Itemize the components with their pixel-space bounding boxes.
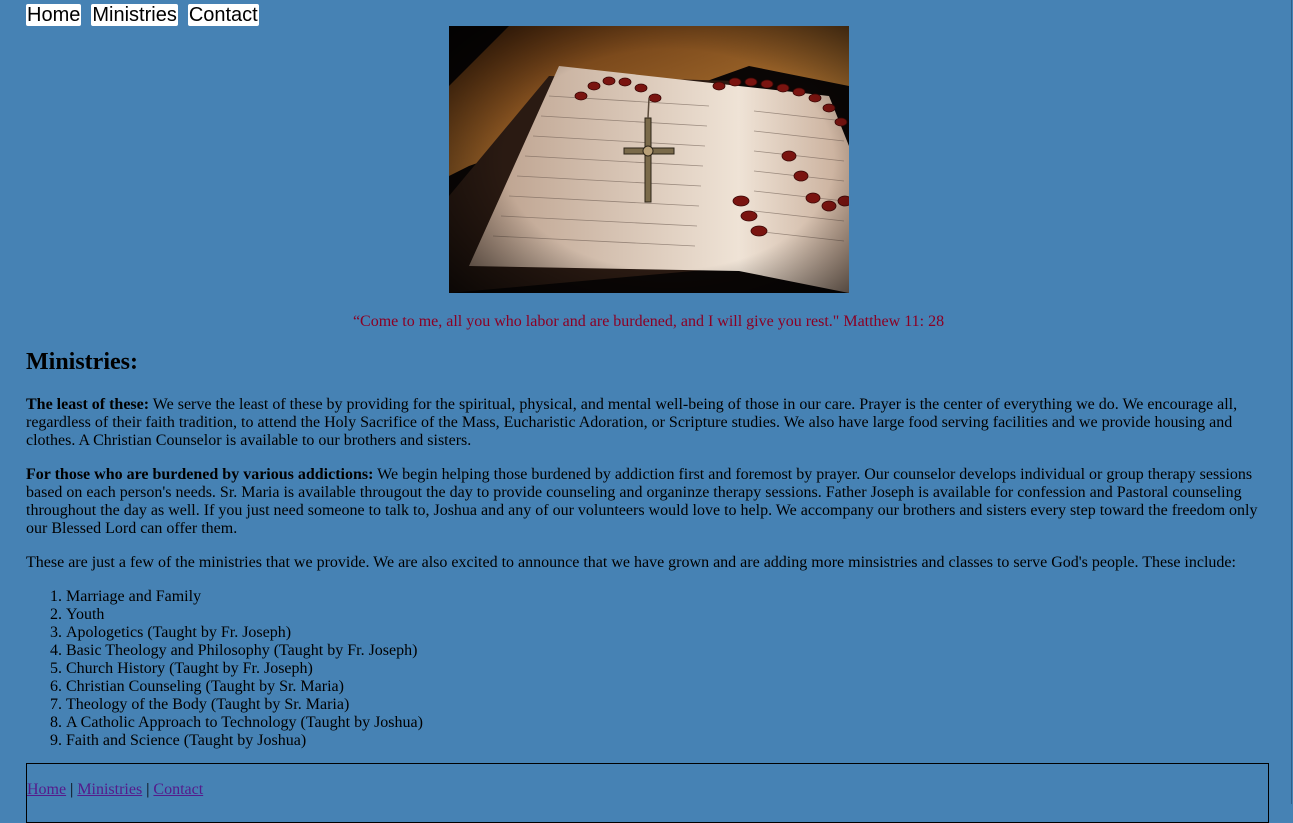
list-item: Church History (Taught by Fr. Joseph) (66, 660, 1266, 678)
scripture-quote: “Come to me, all you who labor and are b… (352, 313, 945, 330)
list-item: Theology of the Body (Taught by Sr. Mari… (66, 696, 1266, 714)
ministries-list: Marriage and Family Youth Apologetics (T… (26, 588, 1266, 750)
footer-contact-link[interactable]: Contact (153, 781, 203, 798)
list-item: Youth (66, 606, 1266, 624)
page-title: Ministries: (26, 349, 138, 375)
nav-contact-link[interactable]: Contact (187, 4, 259, 26)
nav-ministries-link[interactable]: Ministries (91, 4, 178, 26)
top-nav: Home Ministries Contact (26, 4, 259, 26)
ministries-intro-paragraph: These are just a few of the ministries t… (26, 554, 1236, 571)
list-item: Apologetics (Taught by Fr. Joseph) (66, 624, 1266, 642)
list-item: Marriage and Family (66, 588, 1266, 606)
least-of-these-heading: The least of these: (26, 396, 150, 413)
list-item: Basic Theology and Philosophy (Taught by… (66, 642, 1266, 660)
hero-bible-rosary-image (449, 26, 849, 293)
footer-separator: | (70, 781, 74, 798)
least-of-these-text: We serve the least of these by providing… (26, 396, 1238, 449)
list-item: A Catholic Approach to Technology (Taugh… (66, 714, 1266, 732)
footer-home-link[interactable]: Home (27, 781, 66, 798)
addictions-paragraph: For those who are burdened by various ad… (26, 466, 1266, 538)
footer: Home | Ministries | Contact (26, 763, 1269, 823)
footer-separator: | (146, 781, 150, 798)
addictions-heading: For those who are burdened by various ad… (26, 466, 374, 483)
nav-home-link[interactable]: Home (26, 4, 82, 26)
least-of-these-paragraph: The least of these: We serve the least o… (26, 396, 1266, 450)
list-item: Faith and Science (Taught by Joshua) (66, 732, 1266, 750)
ministries-section: Ministries: The least of these: We serve… (26, 344, 1266, 750)
footer-ministries-link[interactable]: Ministries (77, 781, 142, 798)
list-item: Christian Counseling (Taught by Sr. Mari… (66, 678, 1266, 696)
page-edge-line (1291, 0, 1292, 804)
